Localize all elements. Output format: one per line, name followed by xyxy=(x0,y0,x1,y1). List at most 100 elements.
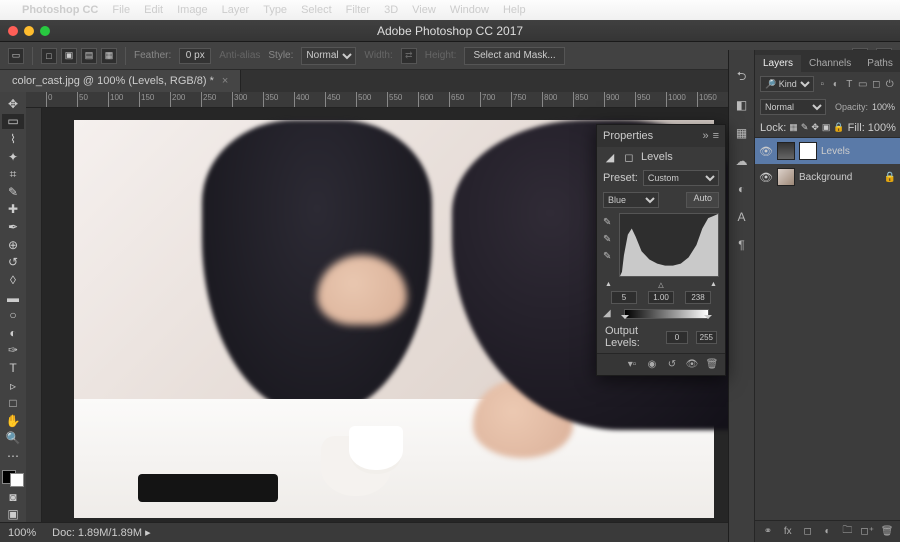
tab-layers[interactable]: Layers xyxy=(755,55,801,72)
filter-toggle-icon[interactable]: ⏻ xyxy=(885,77,896,91)
hand-tool[interactable]: ✋ xyxy=(2,413,24,429)
input-white[interactable]: 238 xyxy=(685,291,711,304)
input-mid[interactable]: 1.00 xyxy=(648,291,674,304)
type-tool[interactable]: T xyxy=(2,360,24,376)
new-layer-icon[interactable]: ◻⁺ xyxy=(860,525,874,539)
doc-info-chevron-icon[interactable]: ▸ xyxy=(145,527,151,539)
menu-layer[interactable]: Layer xyxy=(222,4,250,16)
character-panel-icon[interactable]: A xyxy=(733,208,751,226)
output-white[interactable]: 255 xyxy=(696,331,717,344)
color-swatches[interactable] xyxy=(2,470,24,487)
zoom-tool[interactable]: 🔍 xyxy=(2,431,24,447)
document-tab[interactable]: color_cast.jpg @ 100% (Levels, RGB/8) * … xyxy=(0,70,241,92)
layer-thumbnail[interactable] xyxy=(777,142,795,160)
filter-smart-icon[interactable]: ◻ xyxy=(871,77,882,91)
ruler-horizontal[interactable]: 0501001502002503003504004505005506006507… xyxy=(26,92,728,108)
channel-select[interactable]: Blue xyxy=(603,192,659,208)
selection-intersect-icon[interactable]: ▦ xyxy=(101,48,117,64)
menu-window[interactable]: Window xyxy=(450,4,489,16)
lasso-tool[interactable]: ⌇ xyxy=(2,131,24,147)
edit-toolbar[interactable]: ⋯ xyxy=(2,448,24,464)
panel-collapse-icon[interactable]: » xyxy=(702,130,708,142)
mask-icon[interactable]: ◻ xyxy=(622,150,636,164)
menu-image[interactable]: Image xyxy=(177,4,208,16)
panel-menu-icon[interactable]: ≡ xyxy=(713,130,719,142)
color-panel-icon[interactable]: ◧ xyxy=(733,96,751,114)
history-brush-tool[interactable]: ↺ xyxy=(2,254,24,270)
healing-tool[interactable]: ✚ xyxy=(2,202,24,218)
ruler-vertical[interactable] xyxy=(26,108,42,522)
menu-select[interactable]: Select xyxy=(301,4,332,16)
menu-type[interactable]: Type xyxy=(263,4,287,16)
screen-mode-toggle[interactable]: ▣ xyxy=(2,507,24,523)
layer-name[interactable]: Background xyxy=(799,172,852,183)
menu-photoshop[interactable]: Photoshop CC xyxy=(22,4,98,16)
blur-tool[interactable]: ○ xyxy=(2,307,24,323)
input-black[interactable]: 5 xyxy=(611,291,637,304)
histogram[interactable] xyxy=(619,213,719,277)
crop-tool[interactable]: ⌗ xyxy=(2,166,24,182)
path-select-tool[interactable]: ▹ xyxy=(2,378,24,394)
select-and-mask-button[interactable]: Select and Mask... xyxy=(464,47,564,65)
lock-pixels-icon[interactable]: ✎ xyxy=(801,122,809,134)
move-tool[interactable]: ✥ xyxy=(2,96,24,112)
filter-shape-icon[interactable]: ▭ xyxy=(858,77,869,91)
preset-select[interactable]: Custom xyxy=(643,170,719,186)
link-layers-icon[interactable]: ⚭ xyxy=(761,525,775,539)
layer-name[interactable]: Levels xyxy=(821,146,850,157)
levels-hand-icon[interactable]: ◢ xyxy=(603,308,611,319)
quick-select-tool[interactable]: ✦ xyxy=(2,149,24,165)
lock-position-icon[interactable]: ✥ xyxy=(811,122,819,134)
adjustments-panel-icon[interactable]: ◐ xyxy=(733,180,751,198)
gradient-tool[interactable]: ▬ xyxy=(2,290,24,306)
layer-filter-kind[interactable]: 🔎 Kind xyxy=(760,76,814,92)
menu-view[interactable]: View xyxy=(412,4,436,16)
selection-subtract-icon[interactable]: ▤ xyxy=(81,48,97,64)
history-panel-icon[interactable]: ⮌ xyxy=(733,68,751,86)
menu-edit[interactable]: Edit xyxy=(144,4,163,16)
layer-thumbnail[interactable] xyxy=(777,168,795,186)
layer-row[interactable]: 👁 Levels xyxy=(755,138,900,164)
dodge-tool[interactable]: ◐ xyxy=(2,325,24,341)
clip-to-layer-icon[interactable]: ▾▫ xyxy=(625,358,639,372)
selection-add-icon[interactable]: ▣ xyxy=(61,48,77,64)
brush-tool[interactable]: ✒ xyxy=(2,219,24,235)
filter-type-icon[interactable]: T xyxy=(844,77,855,91)
style-select[interactable]: Normal xyxy=(301,47,356,65)
close-tab-icon[interactable]: × xyxy=(222,75,228,87)
paragraph-panel-icon[interactable]: ¶ xyxy=(733,236,751,254)
lock-artboard-icon[interactable]: ▣ xyxy=(822,122,831,134)
lock-transparency-icon[interactable]: ▦ xyxy=(789,122,798,134)
white-eyedropper-icon[interactable]: ✎ xyxy=(603,251,615,263)
auto-button[interactable]: Auto xyxy=(686,192,719,208)
menu-help[interactable]: Help xyxy=(503,4,526,16)
lock-all-icon[interactable]: 🔒 xyxy=(833,122,844,134)
libraries-panel-icon[interactable]: ☁ xyxy=(733,152,751,170)
marquee-tool[interactable]: ▭ xyxy=(2,114,24,130)
opacity-value[interactable]: 100% xyxy=(872,102,895,112)
visibility-toggle-icon[interactable]: 👁 xyxy=(759,145,773,158)
tab-channels[interactable]: Channels xyxy=(801,55,859,72)
filter-adjustment-icon[interactable]: ◐ xyxy=(831,77,842,91)
previous-state-icon[interactable]: ◉ xyxy=(645,358,659,372)
black-eyedropper-icon[interactable]: ✎ xyxy=(603,217,615,229)
reset-icon[interactable]: ↺ xyxy=(665,358,679,372)
new-adjustment-icon[interactable]: ◐ xyxy=(821,525,835,539)
layer-style-icon[interactable]: fx xyxy=(781,525,795,539)
menu-filter[interactable]: Filter xyxy=(346,4,370,16)
blend-mode-select[interactable]: Normal xyxy=(760,99,826,115)
pen-tool[interactable]: ✑ xyxy=(2,343,24,359)
doc-size-value[interactable]: 1.89M/1.89M xyxy=(78,527,142,539)
rectangle-tool[interactable]: □ xyxy=(2,395,24,411)
new-group-icon[interactable]: 🗀 xyxy=(840,525,854,539)
add-mask-icon[interactable]: ◻ xyxy=(801,525,815,539)
swatches-panel-icon[interactable]: ▦ xyxy=(733,124,751,142)
menu-file[interactable]: File xyxy=(112,4,130,16)
eyedropper-tool[interactable]: ✎ xyxy=(2,184,24,200)
tab-paths[interactable]: Paths xyxy=(859,55,900,72)
zoom-level[interactable]: 100% xyxy=(8,527,36,539)
menu-3d[interactable]: 3D xyxy=(384,4,398,16)
toggle-visibility-icon[interactable]: 👁 xyxy=(685,358,699,372)
delete-adjustment-icon[interactable]: 🗑 xyxy=(705,358,719,372)
selection-new-icon[interactable]: □ xyxy=(41,48,57,64)
